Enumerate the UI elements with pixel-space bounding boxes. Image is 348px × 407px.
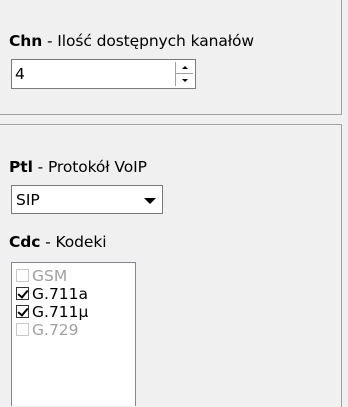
channels-spin-field[interactable]: 4 — [11, 59, 196, 89]
channels-code: Chn — [9, 32, 43, 50]
arrow-up-icon — [181, 66, 188, 69]
codec-checkbox-g711a[interactable] — [16, 287, 29, 300]
channels-heading: Chn - Ilość dostępnych kanałów — [9, 32, 254, 50]
protocol-dropdown-button[interactable] — [139, 187, 161, 212]
codecs-description: - Kodeki — [40, 233, 107, 251]
protocol-code: Ptl — [9, 158, 33, 176]
codecs-heading: Cdc - Kodeki — [9, 233, 107, 251]
codec-checkbox-g729[interactable] — [16, 323, 29, 336]
protocol-heading: Ptl - Protokół VoIP — [9, 158, 147, 176]
codec-item-g711u[interactable]: G.711µ — [16, 302, 89, 321]
spin-down-button[interactable] — [176, 74, 193, 86]
codec-item-gsm[interactable]: GSM — [16, 266, 68, 285]
checkmark-icon — [17, 287, 29, 299]
channels-description: - Ilość dostępnych kanałów — [42, 32, 254, 50]
protocol-combobox[interactable]: SIP — [11, 185, 163, 214]
protocol-description: - Protokół VoIP — [32, 158, 147, 176]
codecs-checklist[interactable]: GSM G.711a G.711µ G.729 — [11, 262, 136, 406]
codec-item-g711a[interactable]: G.711a — [16, 284, 89, 303]
codec-label-g729: G.729 — [32, 320, 79, 339]
codec-checkbox-g711u[interactable] — [16, 305, 29, 318]
codec-item-g729[interactable]: G.729 — [16, 320, 79, 339]
codec-label-g711u: G.711µ — [32, 302, 89, 321]
codec-checkbox-gsm[interactable] — [16, 269, 29, 282]
codec-label-g711a: G.711a — [32, 284, 89, 303]
spin-up-button[interactable] — [176, 62, 193, 74]
codec-label-gsm: GSM — [32, 266, 68, 285]
channels-value[interactable]: 4 — [15, 65, 25, 83]
chevron-down-icon — [144, 197, 156, 204]
arrow-down-icon — [181, 78, 188, 82]
channels-panel — [0, 0, 342, 115]
checkmark-icon — [17, 305, 29, 317]
channels-spin-buttons — [175, 62, 193, 86]
codecs-code: Cdc — [9, 233, 41, 251]
protocol-selected-value[interactable]: SIP — [16, 191, 40, 209]
